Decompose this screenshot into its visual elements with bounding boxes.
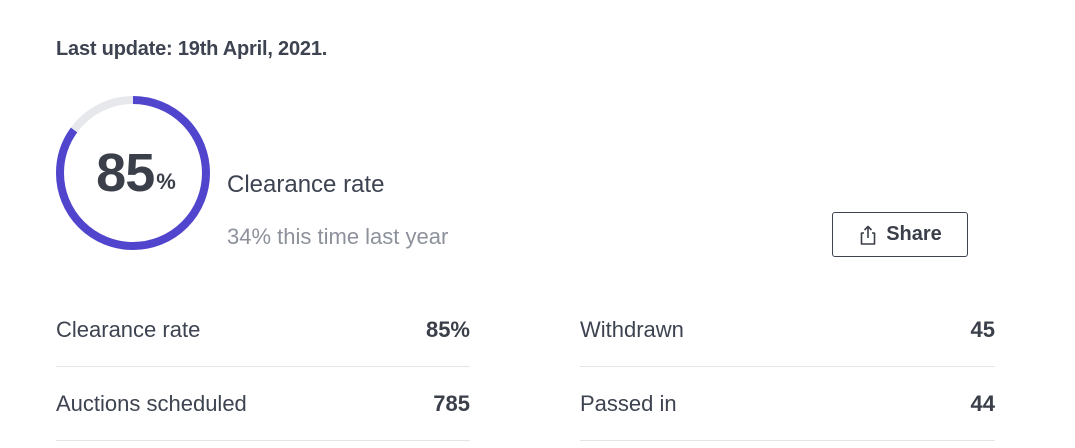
stat-value: 785 [433,390,470,416]
last-update-text: Last update: 19th April, 2021. [56,38,328,60]
stat-label: Passed in [580,390,677,416]
stat-row-clearance-rate: Clearance rate 85% [56,293,470,367]
share-icon [858,224,878,246]
clearance-rate-gauge: 85% [54,94,212,252]
stat-label: Clearance rate [56,316,201,342]
stat-row-withdrawn: Withdrawn 45 [580,293,995,367]
last-year-comparison: 34% this time last year [227,224,449,249]
stat-row-auctions-scheduled: Auctions scheduled 785 [56,367,470,441]
stat-value: 44 [970,390,995,416]
stat-value: 45 [970,316,995,342]
share-button[interactable]: Share [832,212,968,257]
gauge-number: 85 [96,143,155,203]
clearance-rate-title: Clearance rate [227,171,385,198]
stat-label: Withdrawn [580,316,684,342]
stat-value: 85% [425,316,470,342]
stat-label: Auctions scheduled [56,390,247,416]
share-label: Share [886,223,942,245]
stat-row-passed-in: Passed in 44 [580,367,995,441]
gauge-value: 85% [54,94,212,252]
gauge-unit: % [156,169,176,194]
